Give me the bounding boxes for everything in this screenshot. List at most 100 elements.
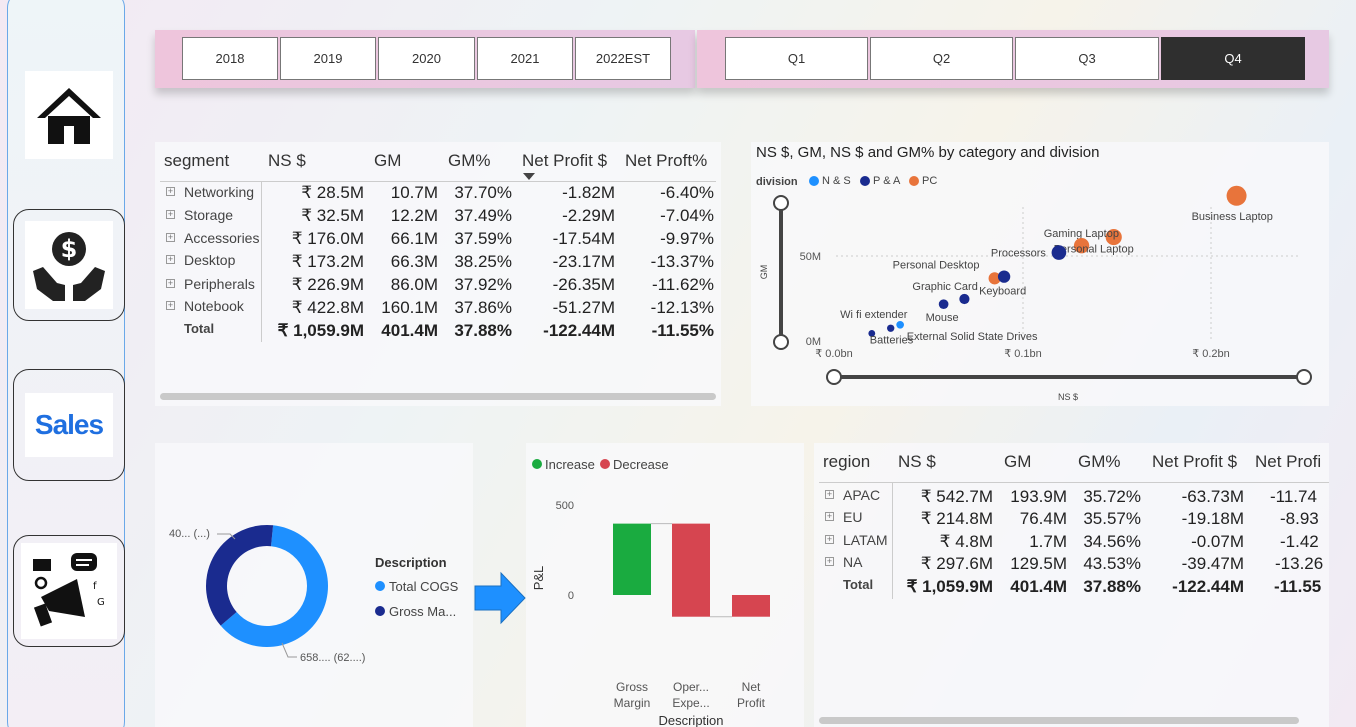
scatter-point[interactable] [997,270,1011,283]
scatter-point[interactable] [1051,245,1067,260]
expand-icon[interactable]: + [825,512,834,521]
legend-label-gross-margin[interactable]: Gross Ma... [389,604,456,619]
cell-gm-percent: 37.49% [454,206,512,225]
quarter-button-q2[interactable]: Q2 [870,37,1013,80]
expand-icon[interactable]: + [825,535,834,544]
navigation-panel: $ Sales f G [7,0,125,727]
net-profit-percent-header[interactable]: Net Profi [1255,452,1321,472]
scatter-point[interactable] [938,299,949,309]
data-label-leader [281,642,297,658]
point-label: Mouse [926,312,959,324]
gm-percent-header[interactable]: GM% [448,151,491,171]
arrow-right-icon [474,571,526,625]
waterfall-bar[interactable] [613,523,651,595]
horizontal-scrollbar[interactable] [160,393,716,400]
cell-ns: ₹ 297.6M [920,554,993,573]
category-label: Oper... [673,680,709,694]
expand-icon[interactable]: + [166,233,175,242]
legend-label-increase[interactable]: Increase [545,457,595,472]
cell-net-profit-percent: -12.13% [650,298,714,317]
row-label-na: NA [843,554,863,570]
x-tick-label: ₹ 0.0bn [815,348,853,360]
y-tick-label: 0M [806,336,821,348]
donut-slice[interactable] [206,525,274,626]
x-range-slider-handle[interactable] [826,369,842,385]
scatter-point[interactable] [1226,185,1247,206]
legend-dot-icon [375,606,385,616]
net-profit-header[interactable]: Net Profit $ [522,151,607,171]
net-profit-percent-header[interactable]: Net Proft% [625,151,707,171]
legend-label-decrease[interactable]: Decrease [613,457,669,472]
total-ns: ₹ 1,059.9M [906,577,993,596]
year-button-2019[interactable]: 2019 [280,37,376,80]
expand-icon[interactable]: + [825,490,834,499]
expand-icon[interactable]: + [166,279,175,288]
scatter-point[interactable] [887,324,895,332]
ns-header[interactable]: NS $ [898,452,936,472]
cell-ns: ₹ 4.8M [939,532,993,551]
scatter-plot: 50M 0M ₹ 0.0bn ₹ 0.1bn ₹ 0.2bn GM NS $ B… [759,185,1312,402]
expand-icon[interactable]: + [166,210,175,219]
y-axis-label: GM [759,265,769,280]
cell-gm-percent: 37.70% [454,183,512,202]
sort-desc-icon[interactable] [523,173,535,180]
cell-gm: 76.4M [1019,509,1067,528]
ns-header[interactable]: NS $ [268,151,306,171]
region-header[interactable]: region [823,452,870,472]
scatter-point[interactable] [896,320,904,329]
total-gm-percent: 37.88% [1083,577,1141,596]
x-range-slider-handle[interactable] [1296,369,1312,385]
gm-header[interactable]: GM [1004,452,1031,472]
year-button-2021[interactable]: 2021 [477,37,573,80]
quarter-button-q3[interactable]: Q3 [1015,37,1159,80]
point-label: Personal Desktop [893,259,980,271]
cell-ns: ₹ 226.9M [291,275,364,294]
expand-icon[interactable]: + [166,301,175,310]
year-button-2018[interactable]: 2018 [182,37,278,80]
gm-header[interactable]: GM [374,151,401,171]
scatter-chart-panel: NS $, GM, NS $ and GM% by category and d… [751,142,1329,406]
cell-net-profit: -39.47M [1181,554,1244,573]
expand-icon[interactable]: + [166,255,175,264]
x-axis-label: NS $ [1058,392,1078,402]
donut-chart: 40... (...) 658.... (62....) Description… [169,525,459,664]
donut-chart-panel: 40... (...) 658.... (62....) Description… [155,443,473,727]
cell-net-profit-percent: -13.37% [650,252,714,271]
waterfall-bar[interactable] [732,595,770,617]
cell-gm-percent: 35.57% [1083,509,1141,528]
quarter-button-q4[interactable]: Q4 [1161,37,1305,80]
total-net-profit: -122.44M [1172,577,1244,596]
gm-percent-header[interactable]: GM% [1078,452,1121,472]
cell-net-profit: -17.54M [552,229,615,248]
x-tick-label: ₹ 0.2bn [1192,348,1230,360]
cell-gm: 129.5M [1010,554,1067,573]
row-label-apac: APAC [843,487,881,503]
scatter-point[interactable] [959,293,970,305]
year-button-2022est[interactable]: 2022EST [575,37,671,80]
y-axis-label: P&L [531,566,546,591]
sales-button[interactable]: Sales [13,369,125,481]
legend-label-total-cogs[interactable]: Total COGS [389,579,459,594]
cell-gm-percent: 35.72% [1083,487,1141,506]
y-range-slider-handle[interactable] [773,195,789,211]
cell-net-profit-percent: -8.93 [1280,509,1319,528]
quarter-button-q1[interactable]: Q1 [725,37,868,80]
horizontal-scrollbar[interactable] [819,717,1299,724]
cell-net-profit: -23.17M [552,252,615,271]
segment-header[interactable]: segment [164,151,229,171]
cell-net-profit-percent: -9.97% [660,229,714,248]
year-button-2020[interactable]: 2020 [378,37,475,80]
net-profit-header[interactable]: Net Profit $ [1152,452,1237,472]
waterfall-bar[interactable] [672,523,710,617]
marketing-button[interactable]: f G [13,535,125,647]
finance-button[interactable]: $ [13,209,125,321]
row-label-storage: Storage [184,207,234,223]
cell-net-profit-percent: -11.74 [1270,487,1317,506]
expand-icon[interactable]: + [166,187,175,196]
megaphone-icon: f G [21,543,117,639]
home-button[interactable] [13,59,125,171]
cell-gm-percent: 37.59% [454,229,512,248]
cell-net-profit-percent: -13.26 [1275,554,1324,573]
y-range-slider-handle[interactable] [773,334,789,350]
expand-icon[interactable]: + [825,557,834,566]
